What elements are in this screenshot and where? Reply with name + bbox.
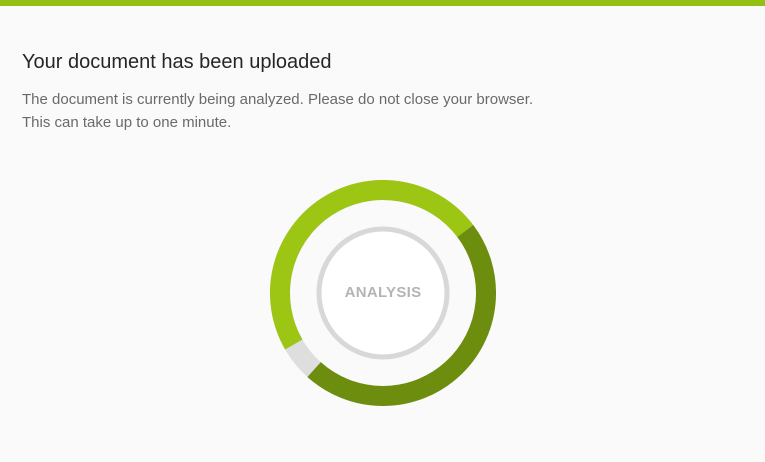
analysis-progress-ring: ANALYSIS <box>270 180 496 406</box>
analysis-label: ANALYSIS <box>344 284 422 301</box>
status-message-line-2: This can take up to one minute. <box>22 114 232 131</box>
top-accent-bar <box>0 0 765 6</box>
status-message-line-1: The document is currently being analyzed… <box>22 91 534 108</box>
status-message: The document is currently being analyzed… <box>22 88 533 134</box>
page-title: Your document has been uploaded <box>22 51 332 73</box>
